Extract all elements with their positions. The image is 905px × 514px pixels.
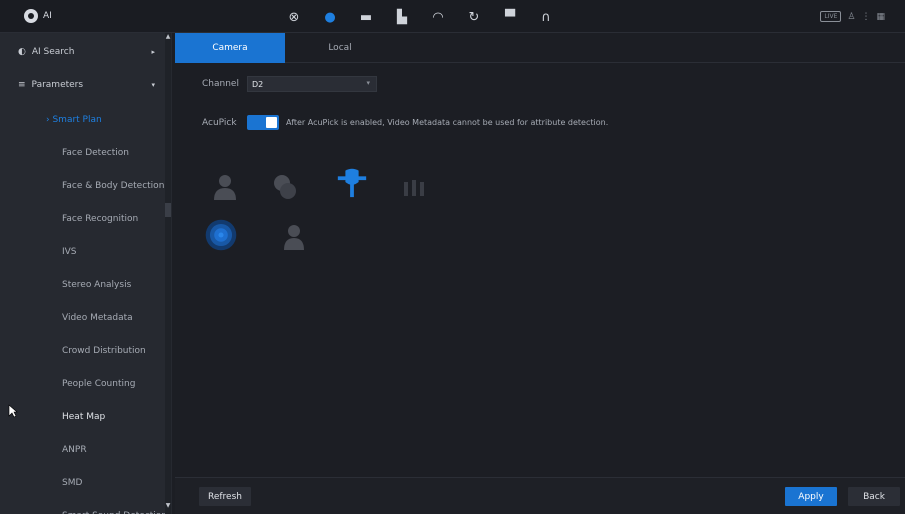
sidebar-item-label: Parameters — [31, 80, 84, 90]
face-detection-icon[interactable] — [208, 170, 242, 204]
sidebar-item-label: AI Search — [31, 47, 75, 57]
main-content: Channel D2 ▾ AcuPick After AcuPick is en… — [175, 63, 905, 477]
scrollbar-thumb[interactable] — [165, 203, 171, 217]
backup-icon[interactable]: ↻ — [456, 6, 492, 28]
channel-label: Channel — [202, 79, 239, 89]
sidebar: ◐ AI Search ▸ ≡ Parameters ▾ › Smart Pla… — [0, 33, 172, 514]
sidebar-item-face-body-detection[interactable]: Face & Body Detection — [0, 170, 165, 202]
channel-select[interactable]: D2 ▾ — [247, 76, 377, 92]
ai-logo-icon — [24, 9, 38, 23]
face-recognition-icon[interactable] — [268, 170, 302, 204]
sidebar-item-ivs[interactable]: IVS — [0, 236, 165, 268]
sidebar-item-crowd-distribution[interactable]: Crowd Distribution — [0, 335, 165, 367]
storage-icon[interactable]: ▬ — [348, 6, 384, 28]
ai-icon[interactable]: ● — [312, 6, 348, 28]
tab-camera[interactable]: Camera — [175, 33, 285, 63]
sidebar-item-stereo-analysis[interactable]: Stereo Analysis — [0, 269, 165, 301]
scroll-up-arrow-icon[interactable]: ▲ — [165, 33, 171, 43]
sidebar-item-smd[interactable]: SMD — [0, 467, 165, 499]
sidebar-scrollbar[interactable] — [165, 33, 171, 514]
sidebar-item-video-metadata[interactable]: Video Metadata — [0, 302, 165, 334]
people-counting-icon[interactable] — [397, 170, 431, 204]
chevron-right-icon: ▸ — [151, 48, 155, 56]
app-title: AI — [43, 11, 52, 21]
acupick-label: AcuPick — [202, 118, 237, 128]
top-nav: ⊗ ● ▬ ▙ ◠ ↻ ▀ ∩ — [276, 6, 564, 28]
sidebar-item-smart-sound-detection[interactable]: Smart Sound Detection — [0, 500, 165, 514]
tab-local[interactable]: Local — [285, 33, 395, 63]
chevron-down-icon: ▾ — [151, 81, 155, 89]
scroll-down-arrow-icon[interactable]: ▼ — [165, 502, 171, 512]
apply-button[interactable]: Apply — [785, 487, 837, 506]
menu-icon[interactable]: ⋮ — [861, 12, 870, 22]
toggle-knob — [266, 117, 277, 128]
sidebar-item-face-recognition[interactable]: Face Recognition — [0, 203, 165, 235]
app-title-area[interactable]: AI — [24, 9, 52, 23]
sidebar-item-people-counting[interactable]: People Counting — [0, 368, 165, 400]
top-bar: AI ⊗ ● ▬ ▙ ◠ ↻ ▀ ∩ LIVE ♙ ⋮ ▦ — [0, 0, 905, 33]
ivs-icon[interactable] — [335, 165, 369, 199]
mouse-cursor-icon — [8, 404, 18, 421]
list-icon: ≡ — [18, 80, 26, 90]
acupick-note: After AcuPick is enabled, Video Metadata… — [286, 118, 609, 127]
refresh-button[interactable]: Refresh — [199, 487, 251, 506]
sidebar-item-anpr[interactable]: ANPR — [0, 434, 165, 466]
audio-icon[interactable]: ∩ — [528, 6, 564, 28]
operation-icon[interactable]: ▙ — [384, 6, 420, 28]
tab-bar: Camera Local — [175, 33, 905, 63]
sidebar-item-heat-map[interactable]: Heat Map — [0, 401, 165, 433]
channel-value: D2 — [252, 79, 264, 89]
bottom-bar: Refresh Apply Back — [175, 477, 905, 514]
sidebar-item-parameters[interactable]: ≡ Parameters ▾ — [0, 70, 165, 100]
acupick-toggle[interactable] — [247, 115, 279, 130]
sidebar-item-smart-plan[interactable]: › Smart Plan — [0, 104, 165, 136]
recording-icon[interactable]: ⊗ — [276, 6, 312, 28]
live-badge[interactable]: LIVE — [820, 11, 842, 22]
heat-map-icon[interactable] — [204, 218, 238, 252]
search-icon: ◐ — [18, 47, 26, 57]
back-button[interactable]: Back — [848, 487, 900, 506]
sidebar-item-ai-search[interactable]: ◐ AI Search ▸ — [0, 37, 165, 67]
smd-icon[interactable] — [277, 220, 311, 254]
topbar-right: LIVE ♙ ⋮ ▦ — [820, 11, 885, 22]
maintenance-icon[interactable]: ◠ — [420, 6, 456, 28]
grid-icon[interactable]: ▦ — [876, 12, 885, 22]
chevron-down-icon: ▾ — [366, 79, 370, 87]
user-icon[interactable]: ♙ — [847, 12, 855, 22]
sidebar-item-face-detection[interactable]: Face Detection — [0, 137, 165, 169]
display-icon[interactable]: ▀ — [492, 6, 528, 28]
